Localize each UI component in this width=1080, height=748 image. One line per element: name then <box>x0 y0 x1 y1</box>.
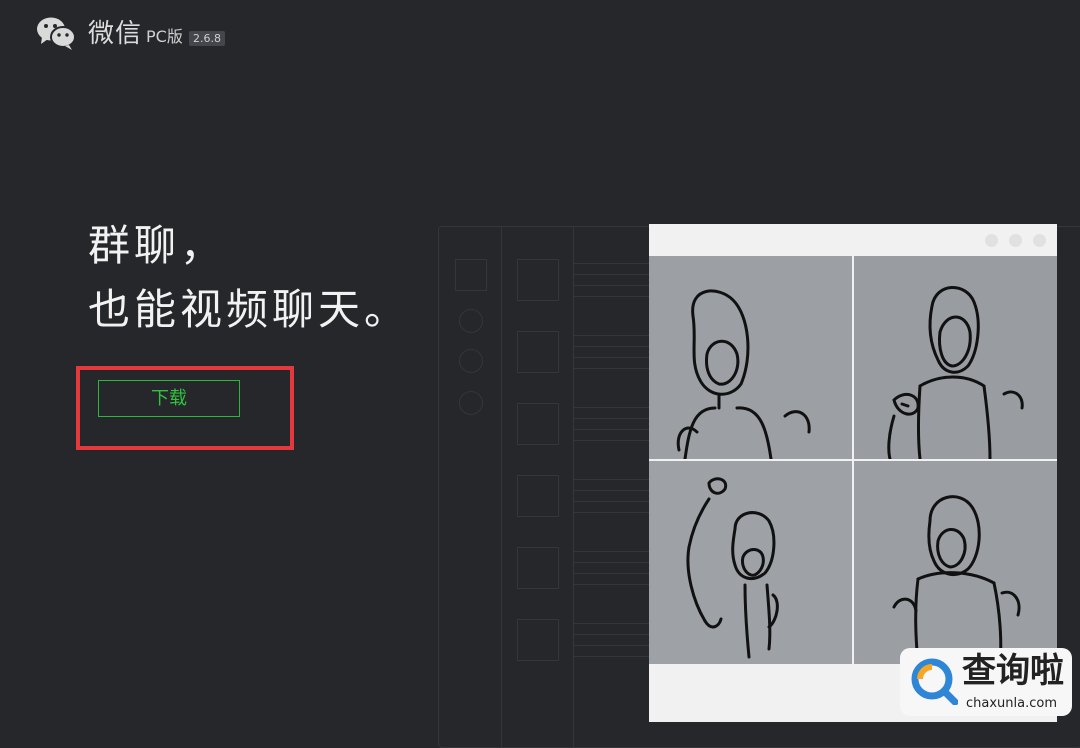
video-tile-1 <box>649 256 852 459</box>
video-tile-4 <box>854 461 1057 664</box>
window-control-dot <box>1033 234 1046 247</box>
video-grid <box>649 256 1057 664</box>
app-name: 微信 <box>88 19 143 49</box>
watermark-title: 查询啦 <box>962 651 1064 691</box>
video-tile-2 <box>854 256 1057 459</box>
watermark: 查询啦 chaxunla.com <box>900 648 1072 716</box>
watermark-url: chaxunla.com <box>966 696 1057 711</box>
edition-label: PC版 <box>146 27 183 46</box>
window-control-dot <box>985 234 998 247</box>
hero-title-line-1: 群聊， <box>88 221 227 270</box>
video-tile-3 <box>649 461 852 664</box>
hero-title-line-2: 也能视频聊天。 <box>88 285 411 334</box>
magnifier-logo-icon <box>911 658 958 705</box>
window-control-dot <box>1009 234 1022 247</box>
version-badge: 2.6.8 <box>189 31 225 46</box>
wechat-logo-icon <box>37 17 76 50</box>
download-button[interactable]: 下载 <box>98 380 240 417</box>
